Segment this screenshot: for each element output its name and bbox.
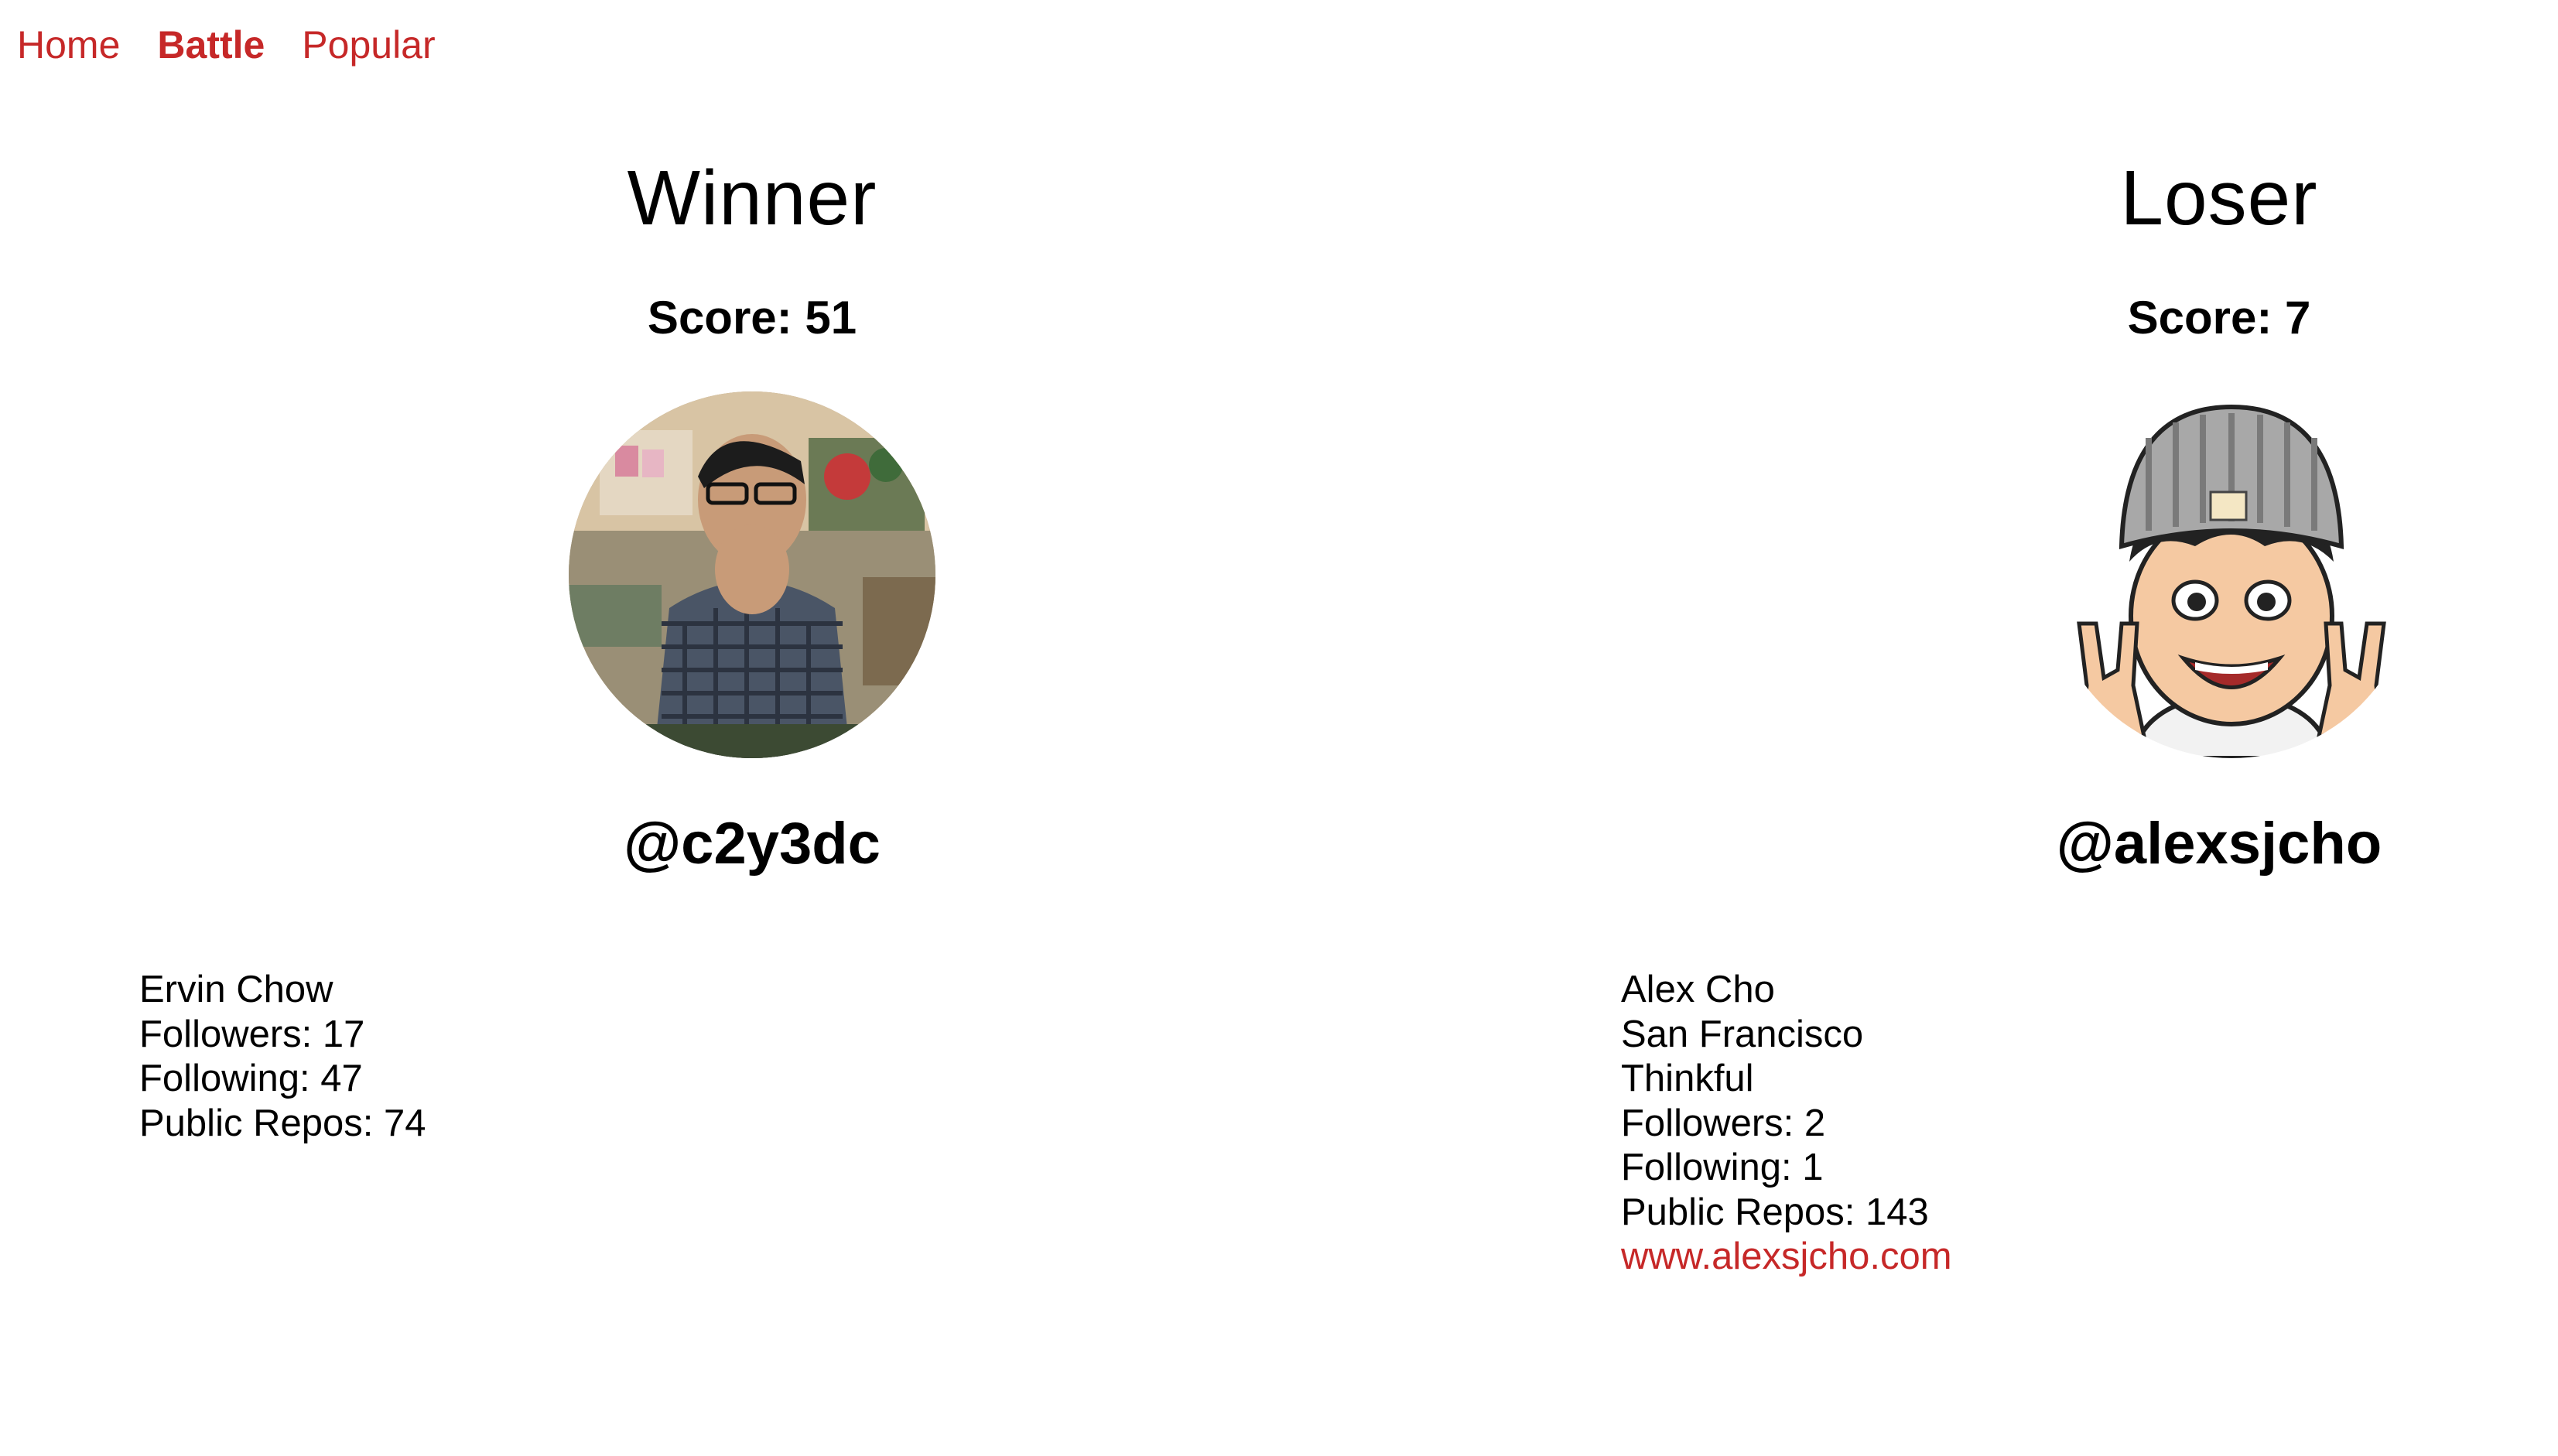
loser-card: Loser Score: 7 @alexsjcho Alex Cho San F… bbox=[1478, 0, 2558, 1456]
loser-location: San Francisco bbox=[1621, 1013, 1864, 1055]
winner-login: @c2y3dc bbox=[624, 811, 881, 877]
winner-heading: Winner bbox=[627, 155, 877, 241]
person-photo-icon bbox=[569, 391, 935, 758]
winner-avatar bbox=[569, 391, 935, 758]
winner-card: Winner Score: 51 @c2y3dc Ervin Chow Foll… bbox=[0, 0, 1470, 1456]
loser-following: Following: 1 bbox=[1621, 1147, 1824, 1188]
loser-name: Alex Cho bbox=[1621, 969, 1775, 1010]
winner-public-repos: Public Repos: 74 bbox=[139, 1102, 426, 1144]
loser-avatar bbox=[2048, 391, 2415, 758]
cartoon-emoji-icon bbox=[2048, 391, 2415, 758]
winner-info: Ervin Chow Followers: 17 Following: 47 P… bbox=[139, 968, 426, 1146]
loser-info: Alex Cho San Francisco Thinkful Follower… bbox=[1621, 968, 1952, 1280]
loser-score: Score: 7 bbox=[2127, 292, 2311, 343]
winner-followers: Followers: 17 bbox=[139, 1013, 365, 1055]
loser-login: @alexsjcho bbox=[2056, 811, 2382, 877]
loser-followers: Followers: 2 bbox=[1621, 1102, 1826, 1144]
loser-heading: Loser bbox=[2120, 155, 2318, 241]
loser-company: Thinkful bbox=[1621, 1058, 1754, 1099]
winner-name: Ervin Chow bbox=[139, 969, 333, 1010]
winner-score: Score: 51 bbox=[647, 292, 857, 343]
winner-following: Following: 47 bbox=[139, 1058, 363, 1099]
loser-blog-link[interactable]: www.alexsjcho.com bbox=[1621, 1236, 1952, 1277]
loser-public-repos: Public Repos: 143 bbox=[1621, 1191, 1929, 1233]
